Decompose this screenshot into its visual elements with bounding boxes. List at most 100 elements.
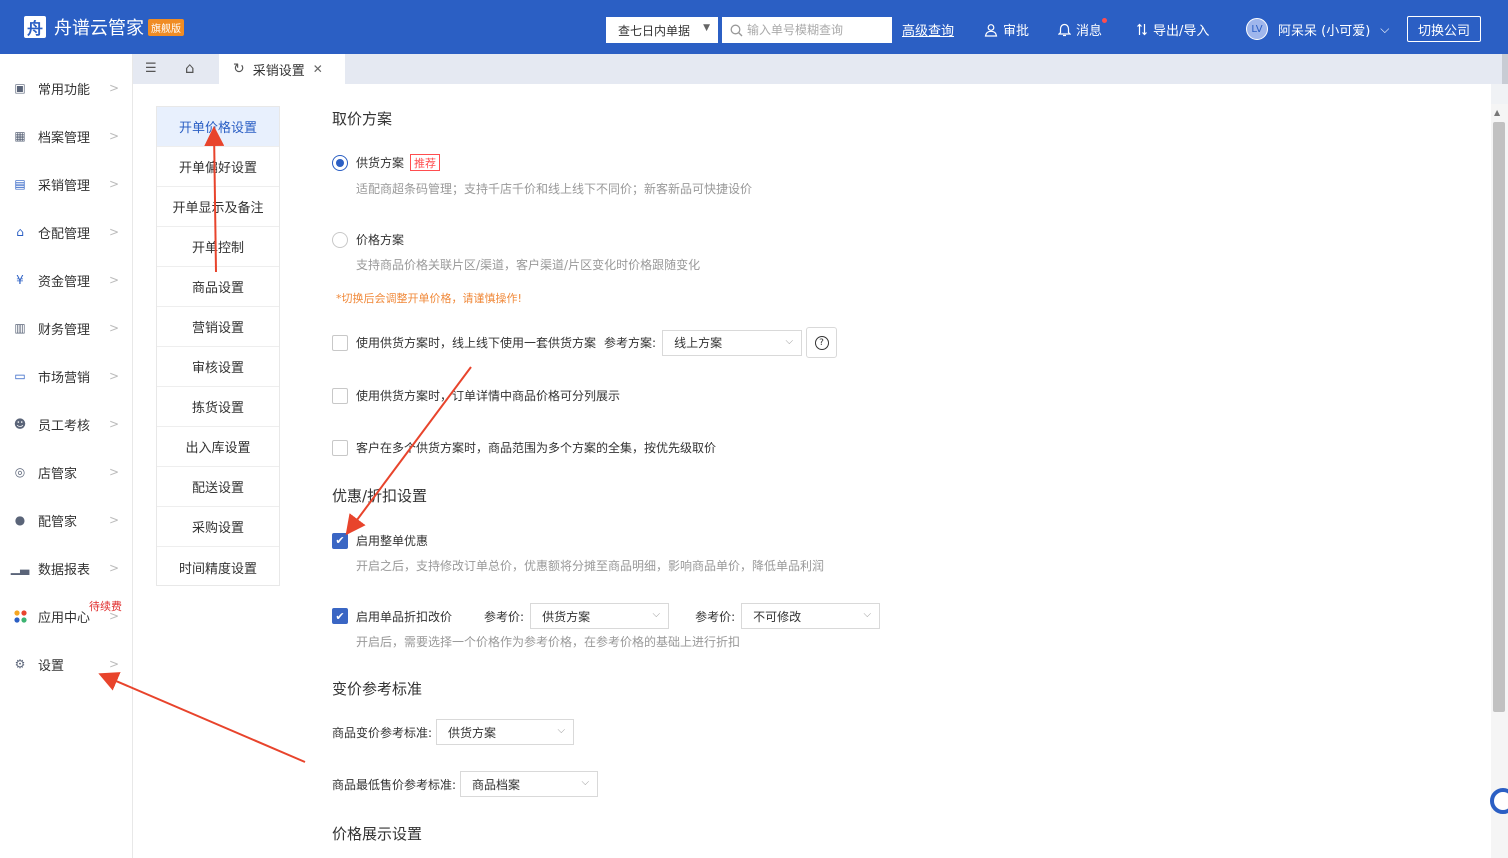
scroll-thumb[interactable]	[1493, 122, 1505, 712]
chevron-right-icon: >	[108, 417, 119, 431]
multi-plan-checkbox[interactable]	[332, 439, 348, 456]
money-icon: ¥	[16, 273, 24, 287]
sidebar-item-purchase-sales[interactable]: ▤ 采销管理 >	[0, 160, 133, 208]
logo-mark-icon: 舟	[24, 16, 46, 38]
ref-price-select[interactable]: 供货方案 ⌵	[530, 603, 670, 629]
change-section-title: 变价参考标准	[332, 680, 423, 698]
submenu-item-price[interactable]: 开单价格设置	[157, 107, 279, 147]
chevron-right-icon: >	[108, 369, 119, 383]
sidebar-item-label: 仓配管理	[38, 226, 91, 242]
chart-icon: ▁▃	[10, 561, 30, 575]
date-filter-select[interactable]: 查七日内单据 ▼	[606, 17, 718, 43]
sidebar-item-finance[interactable]: ▥ 财务管理 >	[0, 304, 133, 352]
price-plan-radio[interactable]	[332, 231, 348, 248]
ref-price-label-2: 参考价:	[695, 609, 736, 624]
scroll-up-icon[interactable]: ▲	[1494, 108, 1500, 117]
sidebar-item-staff[interactable]: ☻ 员工考核 >	[0, 400, 133, 448]
submenu-item-inout[interactable]: 出入库设置	[157, 427, 279, 467]
menu-collapse-icon[interactable]: ☰	[145, 61, 157, 76]
messages-button[interactable]: 消息	[1058, 18, 1107, 39]
change-reference-select[interactable]: 供货方案 ⌵	[436, 719, 575, 745]
split-price-checkbox[interactable]	[332, 387, 348, 404]
avatar: LV	[1246, 18, 1268, 40]
submenu-item-picking[interactable]: 拣货设置	[157, 387, 279, 427]
refresh-icon[interactable]: ↻	[233, 61, 245, 77]
sidebar-item-label: 常用功能	[38, 82, 91, 98]
sidebar-item-shop[interactable]: ◎ 店管家 >	[0, 448, 133, 496]
unified-supply-option: 使用供货方案时，线上线下使用一套供货方案 参考方案: 线上方案 ⌵ ?	[332, 327, 838, 358]
shop-icon: ◎	[14, 465, 26, 479]
submenu-item-product[interactable]: 商品设置	[157, 267, 279, 307]
submenu-item-procurement[interactable]: 采购设置	[157, 507, 279, 547]
advanced-query-link[interactable]: 高级查询	[902, 20, 954, 39]
tab-scrollbar[interactable]	[1502, 54, 1508, 84]
min-price-label: 商品最低售价参考标准:	[332, 777, 457, 792]
sidebar-item-common[interactable]: ▣ 常用功能 >	[0, 64, 133, 112]
sidebar-item-label: 配管家	[38, 514, 78, 530]
sidebar-item-delivery[interactable]: ● 配管家 >	[0, 496, 133, 544]
sidebar-item-funds[interactable]: ¥ 资金管理 >	[0, 256, 133, 304]
sidebar-item-label: 采销管理	[38, 178, 91, 194]
tab-strip: ☰ ⌂ ↻ 采销设置 ✕	[133, 54, 1508, 84]
calculator-icon: ▥	[14, 321, 26, 335]
unread-dot	[1102, 18, 1107, 23]
chevron-right-icon: >	[108, 321, 119, 335]
submenu-item-control[interactable]: 开单控制	[157, 227, 279, 267]
price-plan-label: 价格方案	[356, 233, 405, 247]
sidebar-item-settings[interactable]: ⚙ 设置 >	[0, 640, 133, 688]
sidebar-item-archive[interactable]: ▦ 档案管理 >	[0, 112, 133, 160]
switch-company-button[interactable]: 切换公司	[1407, 16, 1481, 42]
help-button[interactable]: ?	[806, 327, 838, 358]
sidebar-item-label: 财务管理	[38, 322, 91, 338]
approve-button[interactable]: 审批	[984, 20, 1029, 39]
submenu-item-display[interactable]: 开单显示及备注	[157, 187, 279, 227]
ref-plan-select[interactable]: 线上方案 ⌵	[662, 329, 803, 356]
ref-price-select-2[interactable]: 不可修改 ⌵	[741, 603, 881, 629]
recommend-tag: 推荐	[410, 154, 441, 171]
change-reference-value: 供货方案	[448, 725, 497, 740]
unified-supply-label: 使用供货方案时，线上线下使用一套供货方案	[356, 336, 597, 350]
renewal-due-tag: 待续费	[89, 600, 122, 613]
supply-plan-radio[interactable]	[332, 154, 348, 171]
order-search-box[interactable]	[722, 17, 892, 43]
chevron-down-icon: ⌵	[581, 777, 590, 788]
whole-discount-label: 启用整单优惠	[356, 534, 429, 548]
top-bar: 舟 舟谱云管家 旗舰版 查七日内单据 ▼ 高级查询 审批 消息 导出/导入 LV…	[0, 0, 1508, 54]
submenu-item-marketing[interactable]: 营销设置	[157, 307, 279, 347]
order-search-input[interactable]	[747, 23, 887, 37]
user-menu[interactable]: LV 阿呆呆 (小可爱) ⌵	[1246, 18, 1389, 40]
chevron-down-icon: ⌵	[863, 609, 872, 620]
supply-plan-option[interactable]: 供货方案 推荐	[332, 154, 441, 171]
grid-icon: ▦	[14, 129, 26, 143]
app-logo[interactable]: 舟 舟谱云管家 旗舰版	[24, 14, 184, 40]
tab-sales-settings[interactable]: ↻ 采销设置 ✕	[219, 54, 345, 84]
submenu-item-review[interactable]: 审核设置	[157, 347, 279, 387]
submenu-item-time-precision[interactable]: 时间精度设置	[157, 547, 279, 587]
chevron-right-icon: >	[108, 561, 119, 575]
question-icon: ?	[814, 335, 829, 350]
import-export-button[interactable]: 导出/导入	[1136, 20, 1209, 39]
unified-supply-checkbox[interactable]	[332, 334, 348, 351]
single-discount-label: 启用单品折扣改价	[356, 609, 453, 624]
sidebar-item-reports[interactable]: ▁▃ 数据报表 >	[0, 544, 133, 592]
sidebar-item-warehouse[interactable]: ⌂ 仓配管理 >	[0, 208, 133, 256]
user-name: 阿呆呆 (小可爱)	[1278, 23, 1371, 39]
submenu-item-delivery[interactable]: 配送设置	[157, 467, 279, 507]
home-icon[interactable]: ⌂	[185, 59, 195, 77]
whole-discount-checkbox[interactable]: ✔	[332, 532, 348, 549]
min-price-select[interactable]: 商品档案 ⌵	[460, 771, 599, 797]
change-reference-row: 商品变价参考标准: 供货方案 ⌵	[332, 719, 575, 745]
split-price-label: 使用供货方案时，订单详情中商品价格可分列展示	[356, 389, 621, 403]
whole-discount-option: ✔ 启用整单优惠	[332, 532, 428, 549]
single-discount-checkbox[interactable]: ✔	[332, 608, 348, 624]
settings-submenu: 开单价格设置 开单偏好设置 开单显示及备注 开单控制 商品设置 营销设置 审核设…	[156, 106, 280, 586]
price-plan-option[interactable]: 价格方案	[332, 231, 404, 248]
close-icon[interactable]: ✕	[313, 62, 323, 76]
chevron-down-icon: ⌵	[1380, 21, 1390, 36]
submenu-item-preference[interactable]: 开单偏好设置	[157, 147, 279, 187]
sidebar-item-marketing[interactable]: ▭ 市场营销 >	[0, 352, 133, 400]
apps-icon	[13, 609, 27, 623]
edition-badge: 旗舰版	[148, 18, 184, 36]
sidebar-item-label: 设置	[38, 658, 65, 674]
chevron-right-icon: >	[108, 81, 119, 95]
